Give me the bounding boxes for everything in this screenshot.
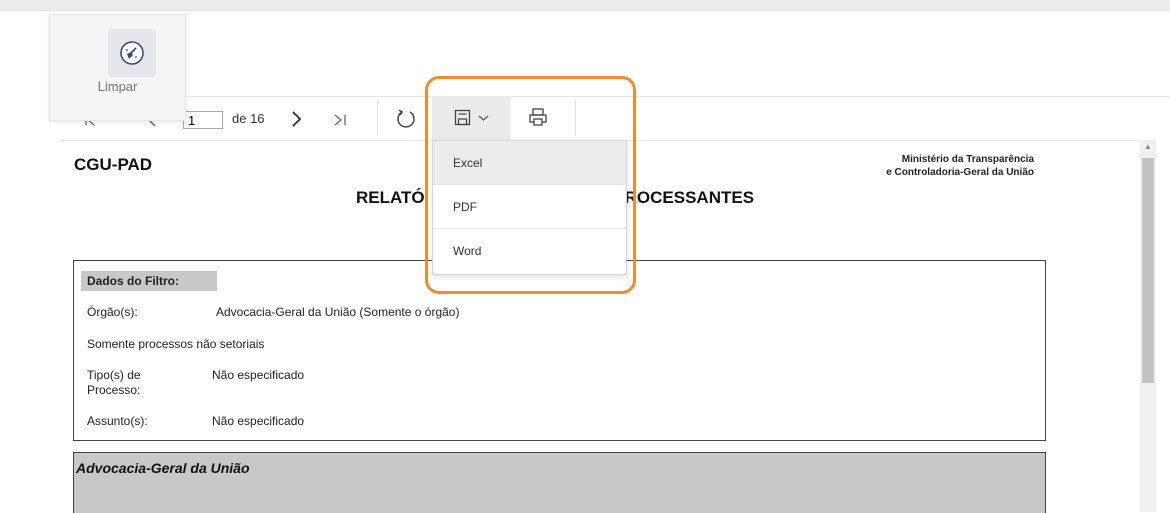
setoriais-text: Somente processos não setoriais (87, 337, 265, 351)
tipo-label-2: Processo: (87, 383, 141, 397)
tipo-value: Não especificado (212, 368, 305, 382)
scrollbar-thumb[interactable] (1142, 158, 1154, 383)
total-pages-label: de 16 (232, 111, 265, 126)
filter-heading: Dados do Filtro: (81, 271, 217, 291)
limpar-label: Limpar (97, 79, 138, 94)
broom-clean-icon (108, 29, 156, 77)
ministry-line-1: Ministério da Transparência (901, 154, 1034, 165)
toolbar-divider (377, 100, 378, 136)
limpar-button[interactable]: Limpar (49, 14, 186, 121)
assunto-value: Não especificado (212, 414, 305, 428)
section-title: Advocacia-Geral da União (76, 460, 250, 476)
page-number-input[interactable] (183, 111, 223, 129)
report-header-right: Ministério da Transparência e Controlado… (886, 153, 1034, 179)
tipo-label-1: Tipo(s) de (87, 368, 141, 382)
refresh-icon[interactable] (393, 106, 419, 132)
last-page-icon[interactable] (330, 110, 350, 130)
toolbar-separator (184, 96, 1170, 97)
next-page-icon[interactable] (286, 108, 306, 130)
report-title-right: ROCESSANTES (624, 188, 755, 207)
assunto-label: Assunto(s): (87, 414, 148, 428)
orgao-label: Órgão(s): (87, 305, 138, 319)
ministry-line-2: e Controladoria-Geral da União (886, 167, 1034, 178)
report-title-left: RELATÓ (356, 188, 425, 207)
top-bar (0, 0, 1170, 11)
orgao-value: Advocacia-Geral da União (Somente o órgã… (216, 305, 460, 319)
report-header-left: CGU-PAD (74, 155, 153, 174)
scroll-up-arrow-icon[interactable]: ▲ (1144, 142, 1152, 151)
highlight-annotation (425, 76, 636, 294)
